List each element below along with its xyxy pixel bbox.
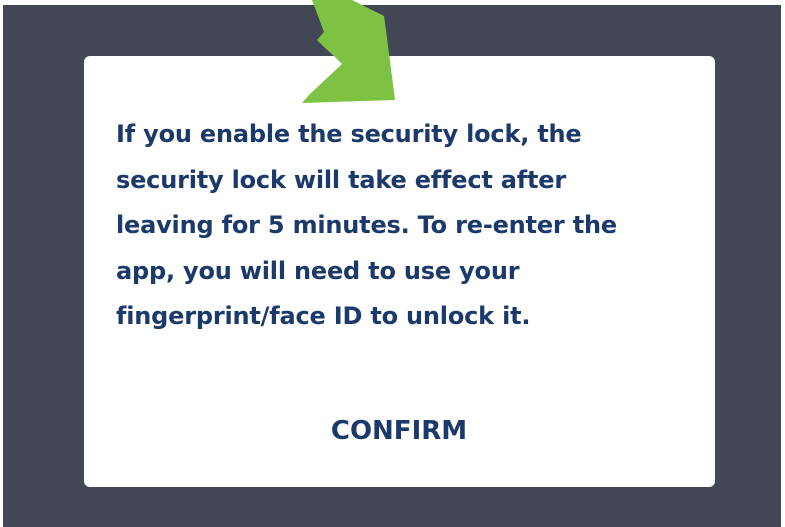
security-lock-dialog: If you enable the security lock, the sec… <box>84 56 715 487</box>
screen: If you enable the security lock, the sec… <box>0 0 785 527</box>
dialog-message-line: fingerprint/face ID to unlock it. <box>116 302 531 330</box>
dialog-message-line: security lock will take effect after <box>116 165 567 194</box>
dialog-message-line: leaving for 5 minutes. To re-enter the <box>116 211 617 239</box>
dialog-message-line: If you enable the security lock, the <box>116 120 582 148</box>
dialog-message: If you enable the security lock, the sec… <box>116 112 696 340</box>
dialog-message-line: app, you will need to use your <box>116 256 520 285</box>
confirm-button[interactable]: CONFIRM <box>299 406 499 456</box>
arrow-down-left-icon <box>302 0 395 103</box>
